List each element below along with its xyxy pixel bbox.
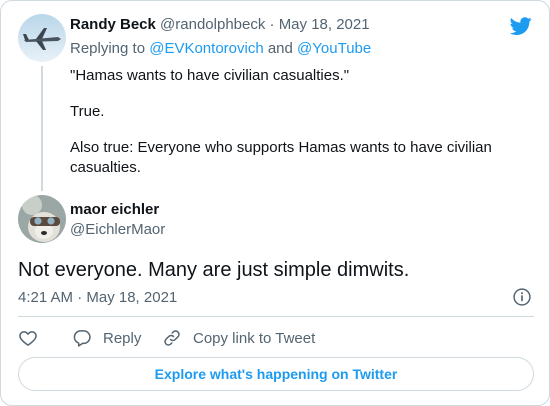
parent-avatar[interactable]: [18, 14, 66, 62]
like-button[interactable]: [18, 327, 49, 349]
parent-text-line: "Hamas wants to have civilian casualties…: [70, 67, 350, 84]
author-handle[interactable]: @EichlerMaor: [70, 221, 165, 239]
info-icon[interactable]: [512, 287, 532, 307]
parent-date[interactable]: May 18, 2021: [279, 16, 370, 33]
reply-button[interactable]: Reply: [72, 327, 141, 349]
tweet-timestamp[interactable]: 4:21 AM · May 18, 2021: [18, 289, 177, 307]
explore-twitter-button[interactable]: Explore what's happening on Twitter: [18, 357, 534, 391]
link-icon: [164, 330, 180, 346]
replying-and: and: [267, 40, 293, 57]
divider: [18, 316, 534, 317]
parent-text-line: True.: [70, 103, 105, 120]
parent-author-handle[interactable]: @randolphbeck: [160, 16, 265, 33]
replying-prefix: Replying to: [70, 40, 146, 57]
parent-header: Randy Beck @randolphbeck · May 18, 2021: [70, 16, 370, 34]
reply-label: Reply: [103, 329, 142, 347]
parent-tweet-text: "Hamas wants to have civilian casualties…: [70, 66, 510, 178]
copy-link-label: Copy link to Tweet: [193, 329, 316, 347]
replying-user-link-1[interactable]: @EVKontorovich: [149, 40, 263, 57]
reply-bubble-icon: [73, 330, 91, 347]
author-avatar[interactable]: [18, 195, 66, 243]
separator-dot: ·: [269, 16, 275, 33]
copy-link-button[interactable]: Copy link to Tweet: [162, 327, 315, 349]
author-name[interactable]: maor eichler: [70, 201, 159, 219]
replying-to: Replying to @EVKontorovich and @YouTube: [70, 39, 371, 59]
parent-text-line: Also true: Everyone who supports Hamas w…: [70, 139, 492, 176]
thread-connector: [41, 66, 43, 191]
twitter-bird-icon[interactable]: [509, 15, 533, 37]
parent-author-name[interactable]: Randy Beck: [70, 16, 156, 33]
heart-icon: [19, 331, 37, 346]
tweet-embed-card: Randy Beck @randolphbeck · May 18, 2021 …: [0, 0, 550, 406]
replying-user-link-2[interactable]: @YouTube: [297, 40, 371, 57]
tweet-text: Not everyone. Many are just simple dimwi…: [18, 259, 410, 281]
explore-twitter-label: Explore what's happening on Twitter: [154, 366, 398, 382]
